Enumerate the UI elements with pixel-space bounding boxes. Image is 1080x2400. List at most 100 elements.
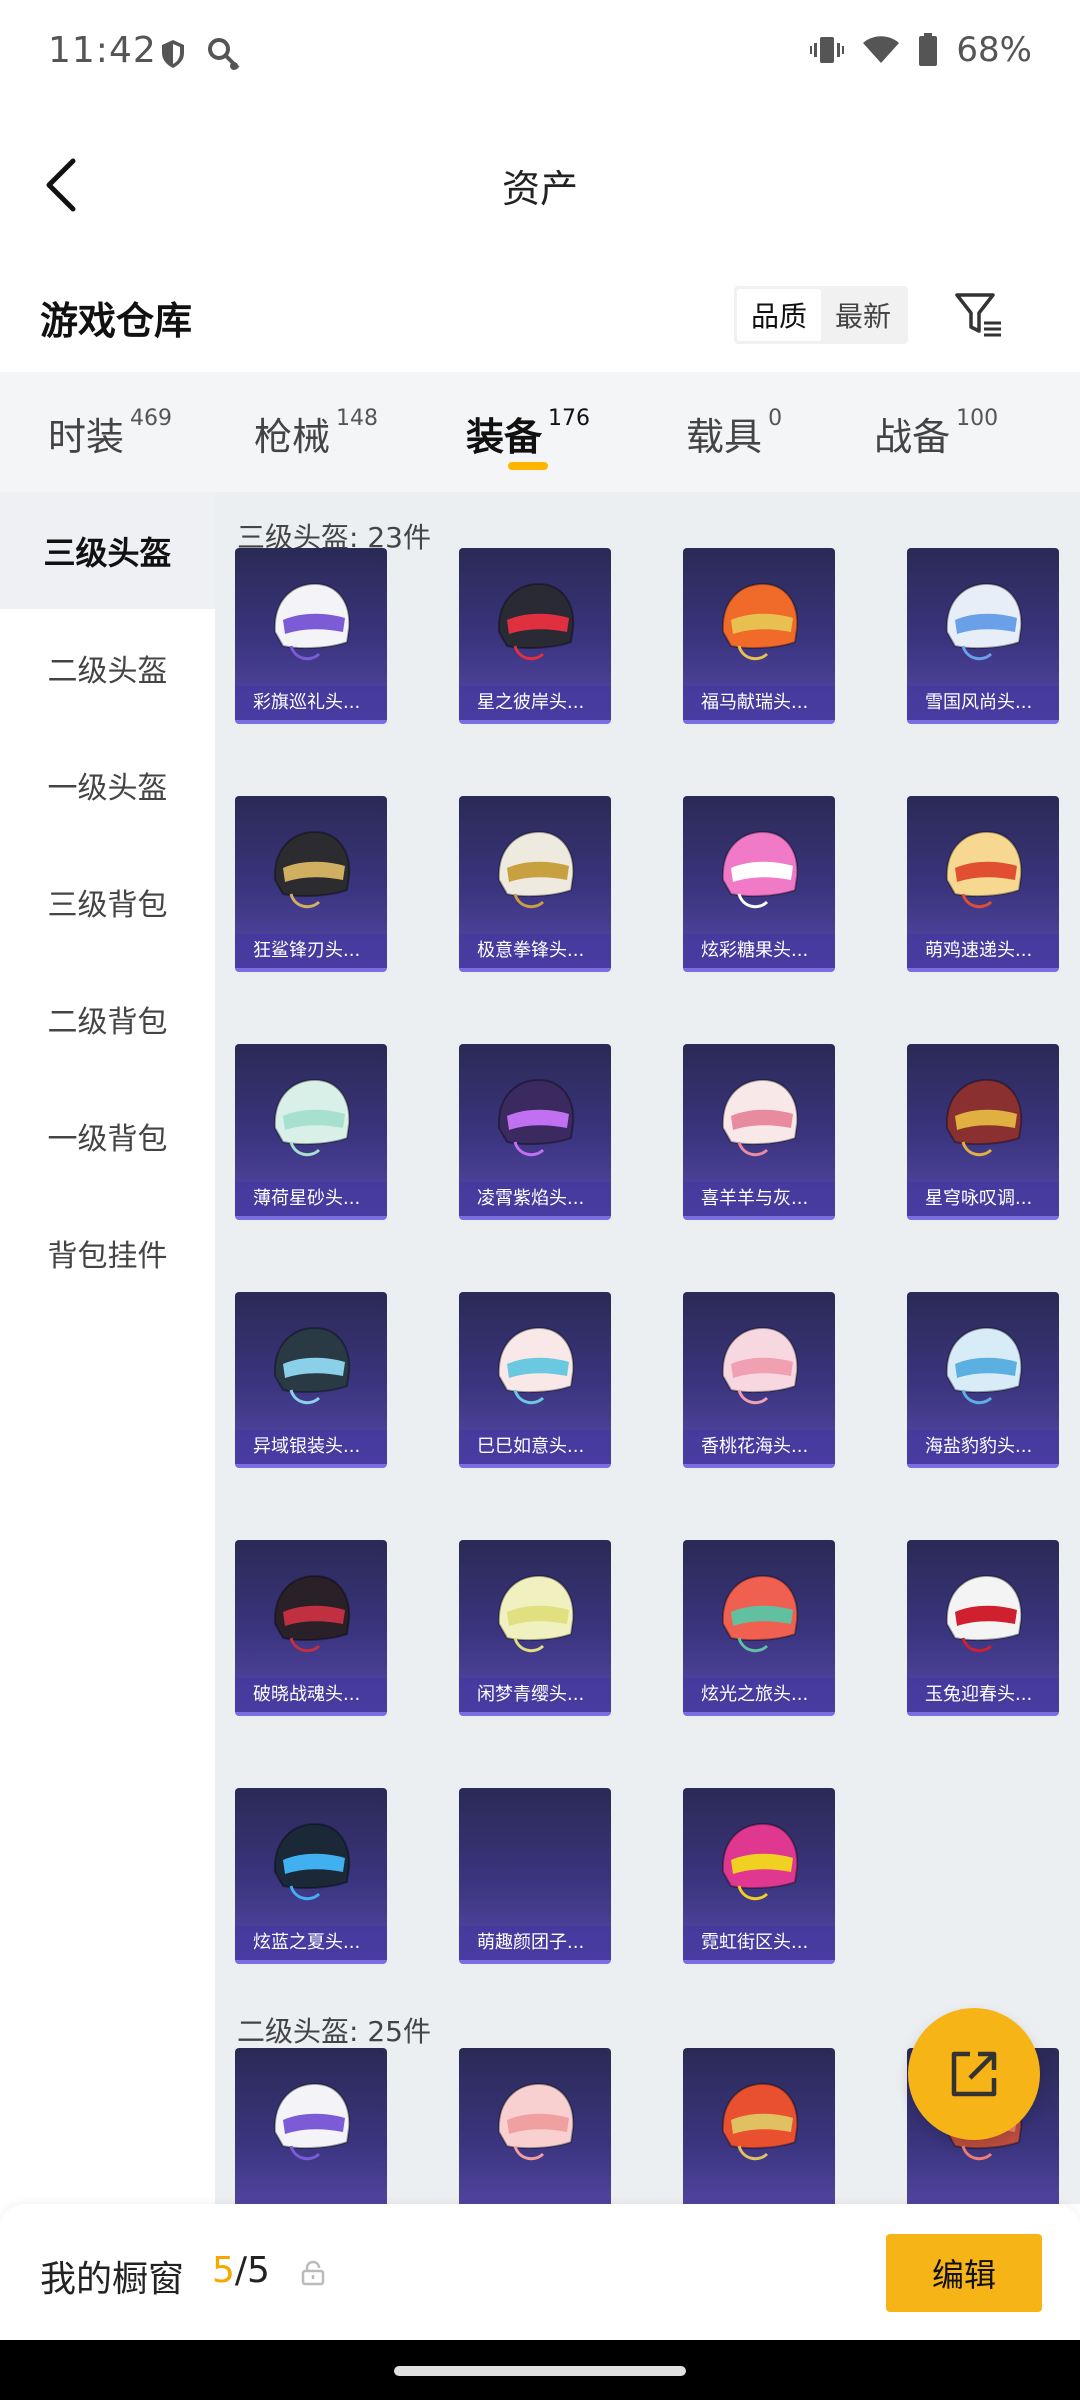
tab-equipment[interactable]: 装备 176 bbox=[466, 372, 590, 492]
helmet-icon bbox=[497, 1326, 575, 1405]
showcase-current: 5 bbox=[212, 2250, 235, 2291]
helmet-icon bbox=[273, 1574, 351, 1653]
battery-percent: 68% bbox=[956, 30, 1032, 70]
helmet-icon bbox=[273, 1078, 351, 1157]
item-card[interactable]: 狂鲨锋刃头... bbox=[235, 796, 387, 972]
item-name: 雪国风尚头... bbox=[907, 686, 1059, 720]
sort-latest-button[interactable]: 最新 bbox=[821, 289, 905, 341]
filter-icon bbox=[955, 293, 1001, 337]
item-card[interactable]: 凌霄紫焰头... bbox=[459, 1044, 611, 1220]
helmet-icon bbox=[945, 1326, 1023, 1405]
item-card[interactable]: 炫光之旅头... bbox=[683, 1540, 835, 1716]
system-nav-bar bbox=[0, 2340, 1080, 2400]
item-card[interactable]: 炫彩糖果头... bbox=[683, 796, 835, 972]
item-name: 巳巳如意头... bbox=[459, 1430, 611, 1464]
item-card[interactable] bbox=[683, 2048, 835, 2204]
tab-fashion[interactable]: 时装 469 bbox=[48, 372, 172, 492]
item-card[interactable]: 玉兔迎春头... bbox=[907, 1540, 1059, 1716]
item-card[interactable]: 巳巳如意头... bbox=[459, 1292, 611, 1468]
item-name: 萌趣颜团子... bbox=[459, 1926, 611, 1960]
item-card[interactable]: 闲梦青缨头... bbox=[459, 1540, 611, 1716]
item-card[interactable]: 福马献瑞头... bbox=[683, 548, 835, 724]
warehouse-header: 游戏仓库 品质 最新 bbox=[0, 260, 1080, 372]
item-name: 薄荷星砂头... bbox=[235, 1182, 387, 1216]
item-name: 福马献瑞头... bbox=[683, 686, 835, 720]
tab-count: 100 bbox=[956, 406, 999, 431]
item-card[interactable] bbox=[235, 2048, 387, 2204]
tab-count: 148 bbox=[336, 406, 379, 431]
showcase-bar: 我的橱窗 5/5 编辑 bbox=[0, 2204, 1080, 2340]
item-name: 狂鲨锋刃头... bbox=[235, 934, 387, 968]
helmet-icon bbox=[273, 830, 351, 909]
tab-label: 时装 bbox=[48, 415, 125, 459]
sidebar-item-level3-backpack[interactable]: 三级背包 bbox=[0, 843, 215, 960]
tab-guns[interactable]: 枪械 148 bbox=[254, 372, 378, 492]
item-card[interactable]: 薄荷星砂头... bbox=[235, 1044, 387, 1220]
tab-count: 469 bbox=[130, 406, 173, 431]
item-card[interactable]: 极意拳锋头... bbox=[459, 796, 611, 972]
item-name: 萌鸡速递头... bbox=[907, 934, 1059, 968]
helmet-icon bbox=[721, 830, 799, 909]
sort-quality-button[interactable]: 品质 bbox=[737, 289, 821, 341]
item-card[interactable]: 萌趣颜团子... bbox=[459, 1788, 611, 1964]
warehouse-title: 游戏仓库 bbox=[40, 299, 193, 343]
helmet-icon bbox=[945, 1078, 1023, 1157]
helmet-icon bbox=[497, 1574, 575, 1653]
helmet-icon bbox=[273, 582, 351, 661]
sidebar-item-level2-backpack[interactable]: 二级背包 bbox=[0, 960, 215, 1077]
item-card[interactable] bbox=[459, 2048, 611, 2204]
shield-icon bbox=[162, 40, 184, 68]
item-card[interactable]: 星穹咏叹调... bbox=[907, 1044, 1059, 1220]
page-title: 资产 bbox=[501, 167, 578, 211]
item-name: 喜羊羊与灰... bbox=[683, 1182, 835, 1216]
item-card[interactable]: 喜羊羊与灰... bbox=[683, 1044, 835, 1220]
item-name: 霓虹街区头... bbox=[683, 1926, 835, 1960]
item-card[interactable]: 海盐豹豹头... bbox=[907, 1292, 1059, 1468]
item-card[interactable]: 香桃花海头... bbox=[683, 1292, 835, 1468]
helmet-icon bbox=[945, 830, 1023, 909]
item-card[interactable]: 雪国风尚头... bbox=[907, 548, 1059, 724]
sidebar-item-level2-helmet[interactable]: 二级头盔 bbox=[0, 609, 215, 726]
filter-button[interactable] bbox=[950, 286, 1008, 344]
helmet-icon bbox=[497, 582, 575, 661]
battery-icon bbox=[919, 33, 938, 66]
helmet-icon bbox=[721, 1574, 799, 1653]
item-card[interactable]: 星之彼岸头... bbox=[459, 548, 611, 724]
item-card[interactable]: 异域银装头... bbox=[235, 1292, 387, 1468]
tab-label: 载具 bbox=[686, 415, 763, 459]
sidebar-item-level3-helmet[interactable]: 三级头盔 bbox=[0, 492, 215, 609]
tab-label: 装备 bbox=[466, 415, 543, 459]
item-grid: 三级头盔: 23件 二级头盔: 25件 彩旗巡礼头... 星之彼岸头... 福马献瑞… bbox=[215, 492, 1080, 2204]
item-name: 海盐豹豹头... bbox=[907, 1430, 1059, 1464]
sidebar-item-backpack-charm[interactable]: 背包挂件 bbox=[0, 1194, 215, 1311]
edit-button[interactable]: 编辑 bbox=[886, 2234, 1042, 2312]
item-card[interactable]: 炫蓝之夏头... bbox=[235, 1788, 387, 1964]
helmet-icon bbox=[497, 1078, 575, 1157]
sidebar-item-level1-helmet[interactable]: 一级头盔 bbox=[0, 726, 215, 843]
home-gesture-handle[interactable] bbox=[394, 2366, 686, 2376]
tab-vehicles[interactable]: 载具 0 bbox=[686, 372, 782, 492]
share-button[interactable] bbox=[908, 2008, 1040, 2140]
item-name: 香桃花海头... bbox=[683, 1430, 835, 1464]
wifi-icon bbox=[863, 36, 900, 63]
tab-label: 战备 bbox=[874, 415, 951, 459]
item-card[interactable]: 霓虹街区头... bbox=[683, 1788, 835, 1964]
vibrate-icon bbox=[810, 37, 845, 63]
helmet-icon bbox=[721, 2082, 799, 2161]
helmet-icon bbox=[497, 2082, 575, 2161]
item-card[interactable]: 破晓战魂头... bbox=[235, 1540, 387, 1716]
item-name: 凌霄紫焰头... bbox=[459, 1182, 611, 1216]
sort-toggle: 品质 最新 bbox=[734, 286, 908, 344]
tab-battle-gear[interactable]: 战备 100 bbox=[874, 372, 998, 492]
helmet-icon bbox=[721, 1078, 799, 1157]
item-name: 异域银装头... bbox=[235, 1430, 387, 1464]
item-card[interactable]: 彩旗巡礼头... bbox=[235, 548, 387, 724]
tab-count: 176 bbox=[548, 406, 591, 431]
sidebar: 三级头盔 二级头盔 一级头盔 三级背包 二级背包 一级背包 背包挂件 bbox=[0, 492, 215, 2204]
section-title: 二级头盔: 25件 bbox=[237, 2015, 431, 2048]
item-card[interactable]: 萌鸡速递头... bbox=[907, 796, 1059, 972]
item-name: 炫蓝之夏头... bbox=[235, 1926, 387, 1960]
helmet-icon bbox=[945, 582, 1023, 661]
item-name: 极意拳锋头... bbox=[459, 934, 611, 968]
sidebar-item-level1-backpack[interactable]: 一级背包 bbox=[0, 1077, 215, 1194]
